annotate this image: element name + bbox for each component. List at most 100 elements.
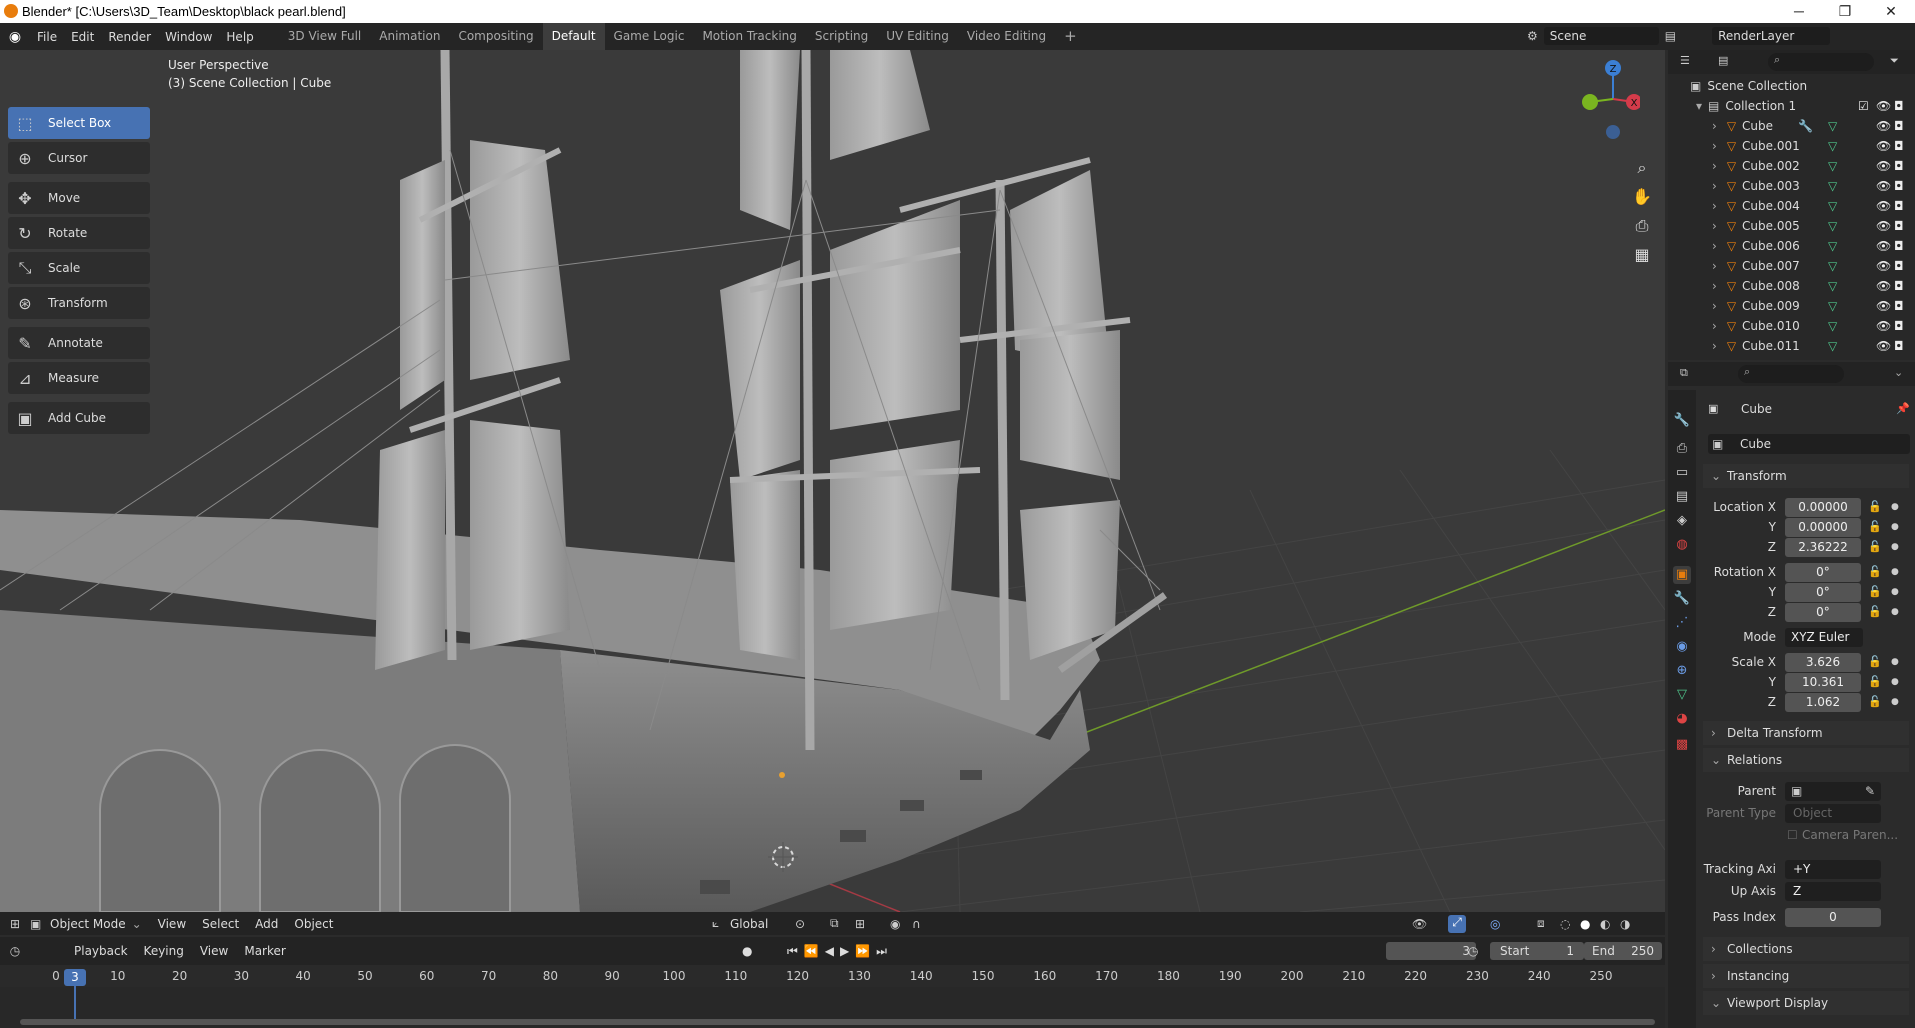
menu-object[interactable]: Object	[286, 917, 341, 931]
eye-icon[interactable]: 👁	[1876, 299, 1891, 313]
tool-rotate[interactable]: ↻ Rotate	[8, 217, 150, 249]
physics-tab-icon[interactable]: ◉	[1673, 638, 1691, 656]
up-axis-dropdown[interactable]: Z	[1785, 882, 1881, 901]
tool-measure[interactable]: ⊿ Measure	[8, 362, 150, 394]
workspace-tab[interactable]: Motion Tracking	[693, 23, 805, 50]
workspace-tab[interactable]: UV Editing	[877, 23, 958, 50]
playhead-frame[interactable]: 3	[64, 969, 86, 986]
mesh-data-icon[interactable]: ▽	[1828, 179, 1837, 193]
chevron-down-icon[interactable]: ▾	[1696, 99, 1702, 113]
scale-z-field[interactable]: 1.062	[1785, 693, 1861, 712]
camera-render-icon[interactable]: ◘	[1894, 159, 1904, 173]
keyframe-dot-icon[interactable]: ●	[1891, 522, 1899, 532]
pivot-icon[interactable]: ⊙	[795, 917, 805, 931]
location-z-field[interactable]: 2.36222	[1785, 538, 1861, 557]
eye-icon[interactable]: 👁	[1876, 159, 1891, 173]
snap-icon[interactable]: ⧉	[830, 916, 839, 931]
outliner-object-row[interactable]: › ▽ Cube.007 ▽ 👁 ◘	[1668, 256, 1915, 276]
outliner-object-row[interactable]: › ▽ Cube.005 ▽ 👁 ◘	[1668, 216, 1915, 236]
eye-icon[interactable]: 👁	[1876, 319, 1891, 333]
lock-icon[interactable]: 🔓	[1868, 565, 1882, 578]
wireframe-shading-icon[interactable]: ◌	[1560, 917, 1570, 931]
timeline-scrollbar[interactable]	[20, 1019, 1655, 1025]
eye-icon[interactable]: 👁	[1876, 199, 1891, 213]
outliner-object-row[interactable]: › ▽ Cube.011 ▽ 👁 ◘	[1668, 336, 1915, 356]
lock-icon[interactable]: 🔓	[1868, 540, 1882, 553]
eye-icon[interactable]: 👁	[1876, 339, 1891, 353]
falloff-icon[interactable]: ∩	[912, 917, 921, 931]
keyframe-dot-icon[interactable]: ●	[1891, 542, 1899, 552]
visibility-icon[interactable]: 👁	[1412, 917, 1427, 931]
delta-transform-panel-header[interactable]: › Delta Transform	[1703, 721, 1909, 745]
menu-marker[interactable]: Marker	[236, 944, 293, 958]
camera-render-icon[interactable]: ◘	[1894, 279, 1904, 293]
collections-panel-header[interactable]: › Collections	[1703, 937, 1909, 961]
frame-ruler[interactable]: 0 10 20 30 40 50 60 70 80 90 100 110 120 130 140 150 160…	[0, 965, 1665, 987]
outliner-object-row[interactable]: › ▽ Cube.003 ▽ 👁 ◘	[1668, 176, 1915, 196]
camera-render-icon[interactable]: ◘	[1894, 139, 1904, 153]
properties-search-input[interactable]: ⌕	[1738, 365, 1844, 383]
particles-tab-icon[interactable]: ⋰	[1673, 614, 1691, 632]
camera-render-icon[interactable]: ◘	[1894, 119, 1904, 133]
rotation-y-field[interactable]: 0°	[1785, 583, 1861, 602]
chevron-right-icon[interactable]: ›	[1712, 219, 1717, 233]
renderlayer-selector[interactable]: RenderLayer	[1712, 27, 1831, 45]
record-icon[interactable]: ●	[742, 944, 752, 958]
3d-viewport[interactable]: ⬚ Select Box ⊕ Cursor ✥ Move ↻ Rotate ⤡ …	[0, 50, 1665, 912]
chevron-down-icon[interactable]: ⌄	[1894, 366, 1903, 379]
texture-tab-icon[interactable]: ▩	[1673, 736, 1691, 754]
outliner-object-row[interactable]: › ▽ Cube.010 ▽ 👁 ◘	[1668, 316, 1915, 336]
rendered-shading-icon[interactable]: ◑	[1620, 917, 1630, 931]
keyframe-dot-icon[interactable]: ●	[1891, 502, 1899, 512]
outliner-scene-collection[interactable]: ▣ Scene Collection	[1668, 76, 1915, 96]
eye-icon[interactable]: 👁	[1876, 119, 1891, 133]
camera-render-icon[interactable]: ◘	[1894, 239, 1904, 253]
instancing-panel-header[interactable]: › Instancing	[1703, 964, 1909, 988]
chevron-right-icon[interactable]: ›	[1712, 179, 1717, 193]
filter-icon[interactable]: ⏷	[1890, 54, 1899, 68]
ortho-grid-icon[interactable]: ▦	[1628, 241, 1656, 269]
camera-icon[interactable]: ⎙	[1628, 212, 1656, 240]
render-tab-icon[interactable]: ⎙	[1673, 440, 1691, 458]
chevron-right-icon[interactable]: ›	[1712, 279, 1717, 293]
properties-editor-icon[interactable]: ⧉	[1680, 366, 1688, 380]
material-tab-icon[interactable]: ◕	[1673, 710, 1691, 728]
snap-target-icon[interactable]: ⊞	[855, 917, 865, 931]
transform-orientation-dropdown[interactable]: Global	[730, 917, 768, 931]
keyframe-dot-icon[interactable]: ●	[1891, 657, 1899, 667]
parent-type-dropdown[interactable]: Object	[1785, 804, 1881, 823]
eye-icon[interactable]: 👁	[1876, 239, 1891, 253]
start-frame-field[interactable]: Start 1	[1490, 942, 1584, 960]
pass-index-field[interactable]: 0	[1785, 908, 1881, 927]
chevron-right-icon[interactable]: ›	[1712, 319, 1717, 333]
outliner-editor-icon[interactable]: ☰	[1680, 54, 1690, 67]
preview-range-icon[interactable]: ◷	[1468, 944, 1478, 958]
modifier-tab-icon[interactable]: 🔧	[1673, 590, 1691, 608]
close-button[interactable]: ✕	[1868, 0, 1914, 23]
camera-render-icon[interactable]: ◘	[1894, 319, 1904, 333]
location-x-field[interactable]: 0.00000	[1785, 498, 1861, 517]
navigation-gizmo[interactable]: Z X	[1560, 54, 1640, 144]
viewport-display-panel-header[interactable]: ⌄ Viewport Display	[1703, 991, 1909, 1015]
chevron-right-icon[interactable]: ›	[1712, 199, 1717, 213]
outliner-object-row[interactable]: › ▽ Cube 🔧 ▽ 👁 ◘	[1668, 116, 1915, 136]
chevron-right-icon[interactable]: ›	[1712, 159, 1717, 173]
material-shading-icon[interactable]: ◐	[1600, 917, 1610, 931]
lock-icon[interactable]: 🔓	[1868, 655, 1882, 668]
keyframe-dot-icon[interactable]: ●	[1891, 697, 1899, 707]
world-tab-icon[interactable]: ◍	[1673, 536, 1691, 554]
lock-icon[interactable]: 🔓	[1868, 605, 1882, 618]
blender-menu-icon[interactable]: ◉	[0, 29, 30, 45]
tool-transform[interactable]: ⊛ Transform	[8, 287, 150, 319]
mesh-data-icon[interactable]: ▽	[1828, 219, 1837, 233]
outliner-object-row[interactable]: › ▽ Cube.001 ▽ 👁 ◘	[1668, 136, 1915, 156]
menu-view[interactable]: View	[150, 917, 194, 931]
eye-icon[interactable]: 👁	[1876, 179, 1891, 193]
view-layer-tab-icon[interactable]: ▤	[1673, 488, 1691, 506]
tool-cursor[interactable]: ⊕ Cursor	[8, 142, 150, 174]
lock-icon[interactable]: 🔓	[1868, 695, 1882, 708]
rotation-x-field[interactable]: 0°	[1785, 563, 1861, 582]
mesh-data-icon[interactable]: ▽	[1828, 119, 1837, 133]
chevron-right-icon[interactable]: ›	[1712, 119, 1717, 133]
data-tab-icon[interactable]: ▽	[1673, 686, 1691, 704]
